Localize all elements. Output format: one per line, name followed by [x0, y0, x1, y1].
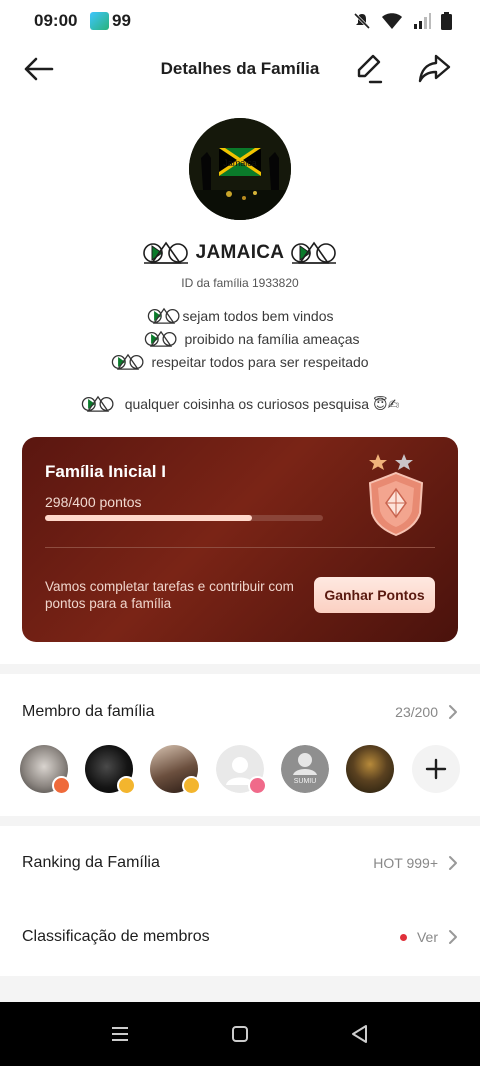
status-time: 09:00 — [34, 11, 78, 30]
level-progress-fill — [45, 515, 253, 521]
section-separator — [0, 976, 480, 1002]
family-avatar[interactable]: Jamaica — [189, 118, 291, 220]
member-avatar[interactable] — [20, 745, 71, 795]
home-icon[interactable] — [228, 1022, 252, 1046]
family-avatar-image: Jamaica — [189, 118, 291, 220]
classification-action: Ver — [416, 929, 438, 945]
description-line: sejam todos bem vindos — [0, 306, 480, 326]
ornament-symbol-icon — [142, 241, 188, 264]
description-line: respeitar todos para ser respeitado — [0, 352, 480, 372]
section-separator — [0, 816, 480, 826]
description-line: qualquer coisinha os curiosos pesquisa 😇… — [0, 394, 480, 414]
ranking-link[interactable]: HOT 999+ — [373, 855, 458, 871]
battery-icon — [441, 12, 452, 30]
default-avatar-icon: SUMIU — [281, 745, 329, 793]
edit-icon[interactable] — [350, 50, 386, 86]
back-icon[interactable] — [348, 1022, 372, 1046]
earn-points-button[interactable]: Ganhar Pontos — [314, 577, 435, 613]
status-icons — [353, 11, 452, 31]
role-badge-icon — [248, 776, 267, 795]
ranking-title[interactable]: Ranking da Família — [22, 854, 160, 872]
classification-title[interactable]: Classificação de membros — [22, 928, 210, 946]
app-notification-icon — [90, 12, 109, 30]
signal-icon — [414, 13, 431, 29]
top-app-bar: Detalhes da Família — [0, 44, 480, 94]
family-details-screen: 09:00 99 Detalhes da Família Jamaica JAM… — [0, 0, 480, 1066]
description-text: proibido na família ameaças — [184, 331, 360, 347]
level-progress-bar — [45, 515, 323, 521]
notification-dot — [399, 933, 407, 941]
card-divider — [45, 547, 435, 548]
description-text: respeitar todos para ser respeitado — [151, 354, 369, 370]
classification-link[interactable]: Ver — [399, 929, 458, 945]
members-count-link[interactable]: 23/200 — [395, 704, 458, 720]
role-badge-icon — [117, 776, 136, 795]
description-text: sejam todos bem vindos — [182, 308, 334, 324]
member-avatar[interactable] — [216, 745, 267, 795]
role-badge-icon — [52, 776, 71, 795]
family-name-row: JAMAICA — [0, 238, 480, 268]
menu-icon[interactable] — [108, 1022, 132, 1046]
ornament-symbol-icon — [145, 330, 177, 347]
description-line: proibido na família ameaças — [0, 329, 480, 349]
member-avatar[interactable]: SUMIU — [281, 745, 329, 793]
avatar-text: Jamaica — [223, 158, 257, 168]
members-avatar-list: SUMIU — [20, 745, 460, 795]
ornament-symbol-icon — [291, 241, 337, 264]
ranking-value: HOT 999+ — [373, 855, 438, 871]
role-badge-icon — [182, 776, 201, 795]
chevron-right-icon — [449, 705, 457, 719]
avatar-label: SUMIU — [294, 778, 317, 785]
notification-count: 99 — [112, 11, 131, 30]
page-title: Detalhes da Família — [160, 59, 320, 78]
description-text: qualquer coisinha os curiosos pesquisa 😇… — [124, 395, 400, 412]
ornament-symbol-icon — [81, 395, 114, 412]
wifi-icon — [382, 13, 402, 29]
member-avatar[interactable] — [150, 745, 201, 795]
family-name: JAMAICA — [195, 242, 285, 263]
system-navigation-bar — [0, 1002, 480, 1066]
ornament-symbol-icon — [147, 307, 180, 324]
level-points: 298/400 pontos — [45, 494, 142, 510]
status-bar: 09:00 99 — [0, 0, 480, 44]
level-shield-badge-icon — [368, 454, 424, 537]
chevron-right-icon — [449, 930, 457, 944]
member-avatar[interactable] — [346, 745, 394, 793]
section-separator — [0, 664, 480, 674]
ornament-symbol-icon — [112, 353, 144, 370]
add-member-button[interactable] — [412, 745, 460, 793]
share-icon[interactable] — [416, 50, 452, 86]
family-id: ID da família 1933820 — [181, 276, 299, 290]
member-avatar[interactable] — [85, 745, 136, 795]
members-section-title[interactable]: Membro da família — [22, 703, 155, 721]
mute-icon — [353, 12, 371, 30]
plus-icon — [425, 758, 447, 780]
chevron-right-icon — [449, 856, 457, 870]
members-count: 23/200 — [395, 704, 438, 720]
level-title: Família Inicial I — [45, 462, 166, 481]
level-description: Vamos completar tarefas e contribuir com… — [45, 579, 294, 611]
family-level-card: Família Inicial I 298/400 pontos Vamos c… — [22, 437, 458, 642]
